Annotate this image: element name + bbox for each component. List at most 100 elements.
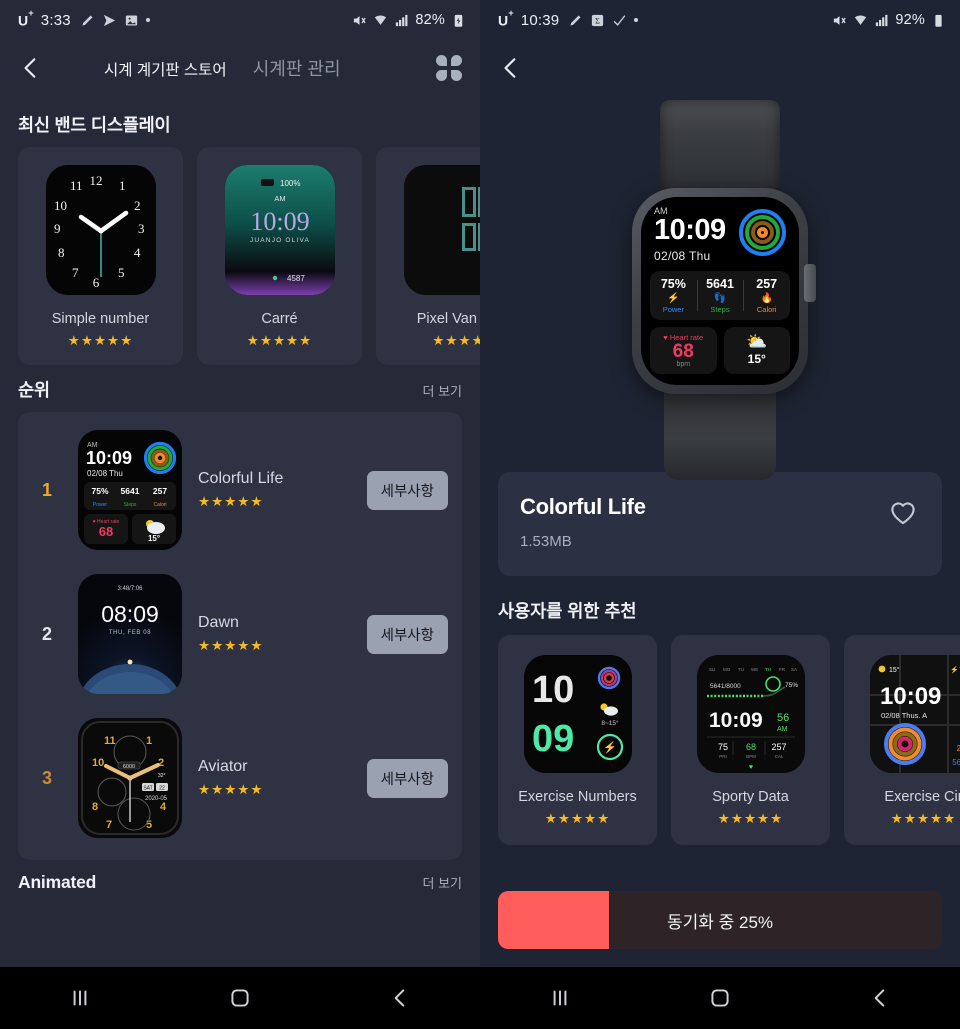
back-icon[interactable] (840, 978, 920, 1018)
back-chevron-icon[interactable] (18, 55, 44, 81)
carrier-label: U+ (18, 7, 34, 29)
app-header: 시계 계기판 스토어 시계판 관리 (0, 40, 480, 96)
svg-text:56: 56 (777, 712, 789, 724)
footsteps-icon: 👣 (713, 292, 727, 304)
section-header-rank: 순위 더 보기 (0, 365, 480, 412)
recommend-thumbnail: 15° ⚡7 10:09 02/08 Thus. A 68 257 (869, 655, 960, 773)
svg-text:8~15°: 8~15° (601, 719, 619, 727)
latest-faces-carousel[interactable]: 12 12 34 56 78 9 10 11 Simple number ★★★… (0, 147, 480, 365)
svg-text:10:09: 10:09 (709, 709, 763, 732)
recommend-thumbnail: SU MO TU WE TH FR SA 5641/8000 75% 10:09 56 … (696, 655, 805, 773)
sync-progress-fill (498, 891, 609, 949)
svg-text:BPM: BPM (746, 754, 756, 759)
svg-text:2020-05: 2020-05 (145, 796, 168, 802)
dot-icon (634, 18, 639, 22)
ranking-row[interactable]: 2 3:48/7:06 08:09 THU, FEB 08 Dawn ★★★★★… (18, 562, 462, 706)
svg-text:68: 68 (745, 742, 755, 752)
recommend-card[interactable]: 15° ⚡7 10:09 02/08 Thus. A 68 257 (844, 635, 960, 845)
section-title-rank: 순위 (18, 380, 50, 400)
svg-text:7: 7 (72, 265, 79, 280)
more-link-animated[interactable]: 더 보기 (423, 873, 463, 892)
weather-card: ⛅ 15° (723, 326, 790, 375)
back-icon[interactable] (360, 978, 440, 1018)
detail-button[interactable]: 세부사항 (366, 470, 448, 510)
svg-text:WE: WE (751, 667, 758, 672)
battery-icon (935, 14, 942, 27)
sync-progress-label: 동기화 중 25% (666, 912, 774, 932)
more-link-rank[interactable]: 더 보기 (423, 381, 463, 400)
face-filesize: 1.53MB (520, 533, 572, 550)
svg-text:75%: 75% (91, 486, 108, 496)
svg-text:5: 5 (146, 819, 152, 831)
svg-text:FR: FR (779, 667, 786, 672)
svg-text:⚡7: ⚡7 (950, 665, 960, 674)
face-card[interactable]: 12 12 34 56 78 9 10 11 Simple number ★★★… (18, 147, 183, 365)
rank-info: Dawn ★★★★★ (198, 614, 367, 654)
svg-text:5: 5 (118, 265, 125, 280)
ranking-row[interactable]: 1 AM 10:09 02/08 Thu 75% Power 5641 Step… (18, 418, 462, 562)
tab-manage[interactable]: 시계판 관리 (253, 55, 341, 81)
rank-number: 3 (41, 767, 52, 788)
watch-preview: AM 10:09 02/08 Thu 75% ⚡ Power 5641 👣 St… (480, 96, 960, 480)
face-name: Simple number (51, 311, 150, 327)
mute-icon (834, 15, 847, 25)
face-card[interactable]: Pixel Van Go ★★★★ (376, 147, 480, 365)
ranking-row[interactable]: 3 11 1 10 2 84 75 6000 32° SAT 22 2020-0… (18, 706, 462, 850)
svg-text:257: 257 (956, 744, 960, 753)
heart-outline-icon[interactable] (886, 494, 920, 528)
svg-text:3: 3 (138, 221, 145, 236)
battery-label: 82% (415, 12, 445, 28)
svg-text:11: 11 (70, 178, 83, 193)
rank-rating: ★★★★★ (198, 638, 264, 653)
left-screen: U+ 3:33 82% 시계 계기판 스토어 시계판 관리 최신 밴드 디스플레… (0, 0, 480, 1029)
svg-text:9: 9 (54, 221, 61, 236)
stat-steps: 5641 👣 Steps (696, 277, 744, 314)
rank-name: Dawn (198, 614, 239, 631)
pen-icon (82, 15, 93, 25)
rank-thumbnail: AM 10:09 02/08 Thu 75% Power 5641 Steps … (78, 430, 182, 550)
rank-rating: ★★★★★ (198, 782, 264, 797)
home-icon[interactable] (680, 978, 760, 1018)
recommend-rating: ★★★★★ (890, 811, 957, 826)
recents-icon[interactable] (520, 978, 600, 1018)
recommend-name: Sporty Data (712, 789, 789, 805)
recommend-card[interactable]: 10 09 8~15° ⚡ Exercise Numbers ★★★★★ (498, 635, 657, 845)
svg-text:PRI: PRI (719, 754, 727, 759)
watch-date: 02/08 Thu (654, 248, 711, 263)
rank-thumbnail: 3:48/7:06 08:09 THU, FEB 08 (78, 574, 182, 694)
svg-text:6000: 6000 (123, 764, 135, 770)
recommend-card[interactable]: SU MO TU WE TH FR SA 5641/8000 75% 10:09 56 … (671, 635, 830, 845)
back-chevron-icon[interactable] (498, 55, 524, 81)
header-tabs: 시계 계기판 스토어 시계판 관리 (104, 55, 436, 81)
battery-icon (454, 14, 463, 27)
svg-text:15°: 15° (889, 666, 900, 674)
detail-button[interactable]: 세부사항 (366, 614, 448, 654)
svg-text:MO: MO (723, 667, 731, 672)
weather-temp: 15° (747, 352, 766, 367)
rank-name: Colorful Life (198, 470, 284, 487)
svg-text:5641: 5641 (952, 758, 960, 767)
svg-text:257: 257 (771, 742, 786, 752)
home-icon[interactable] (200, 978, 280, 1018)
svg-text:6: 6 (92, 275, 99, 290)
svg-text:Steps: Steps (124, 502, 137, 508)
watch-crown (804, 264, 816, 302)
sync-progress-wrapper: 동기화 중 25% (480, 891, 960, 967)
face-thumbnail: 100% AM 10:09 JUANJO OLIVA 4587 (224, 165, 335, 295)
face-info-card: Colorful Life 1.53MB (498, 472, 942, 576)
recommend-name: Exercise Numbers (518, 789, 637, 805)
detail-button[interactable]: 세부사항 (366, 758, 448, 798)
face-card[interactable]: 100% AM 10:09 JUANJO OLIVA 4587 Carré ★★… (197, 147, 362, 365)
svg-text:2: 2 (158, 757, 164, 769)
wifi-icon (375, 15, 387, 25)
svg-text:1: 1 (146, 735, 152, 747)
rank-info: Colorful Life ★★★★★ (198, 470, 367, 510)
recommended-carousel[interactable]: 10 09 8~15° ⚡ Exercise Numbers ★★★★★ SU … (480, 635, 960, 845)
sync-progress-bar[interactable]: 동기화 중 25% (498, 891, 942, 949)
recents-icon[interactable] (40, 978, 120, 1018)
svg-text:68: 68 (99, 524, 113, 539)
grid-icon[interactable] (436, 55, 462, 81)
svg-text:4: 4 (134, 245, 141, 260)
svg-text:10:09: 10:09 (880, 683, 941, 710)
tab-store[interactable]: 시계 계기판 스토어 (104, 58, 227, 80)
